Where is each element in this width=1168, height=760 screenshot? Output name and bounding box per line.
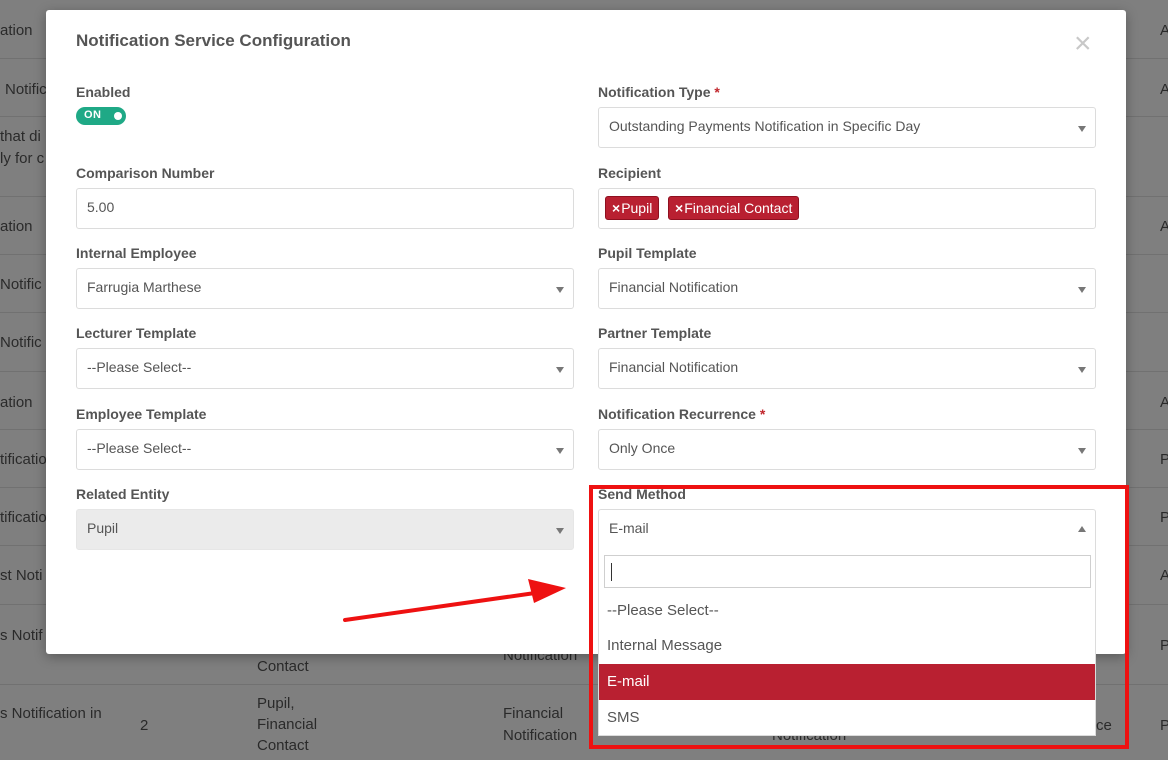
annotation-arrow-icon	[343, 579, 566, 622]
